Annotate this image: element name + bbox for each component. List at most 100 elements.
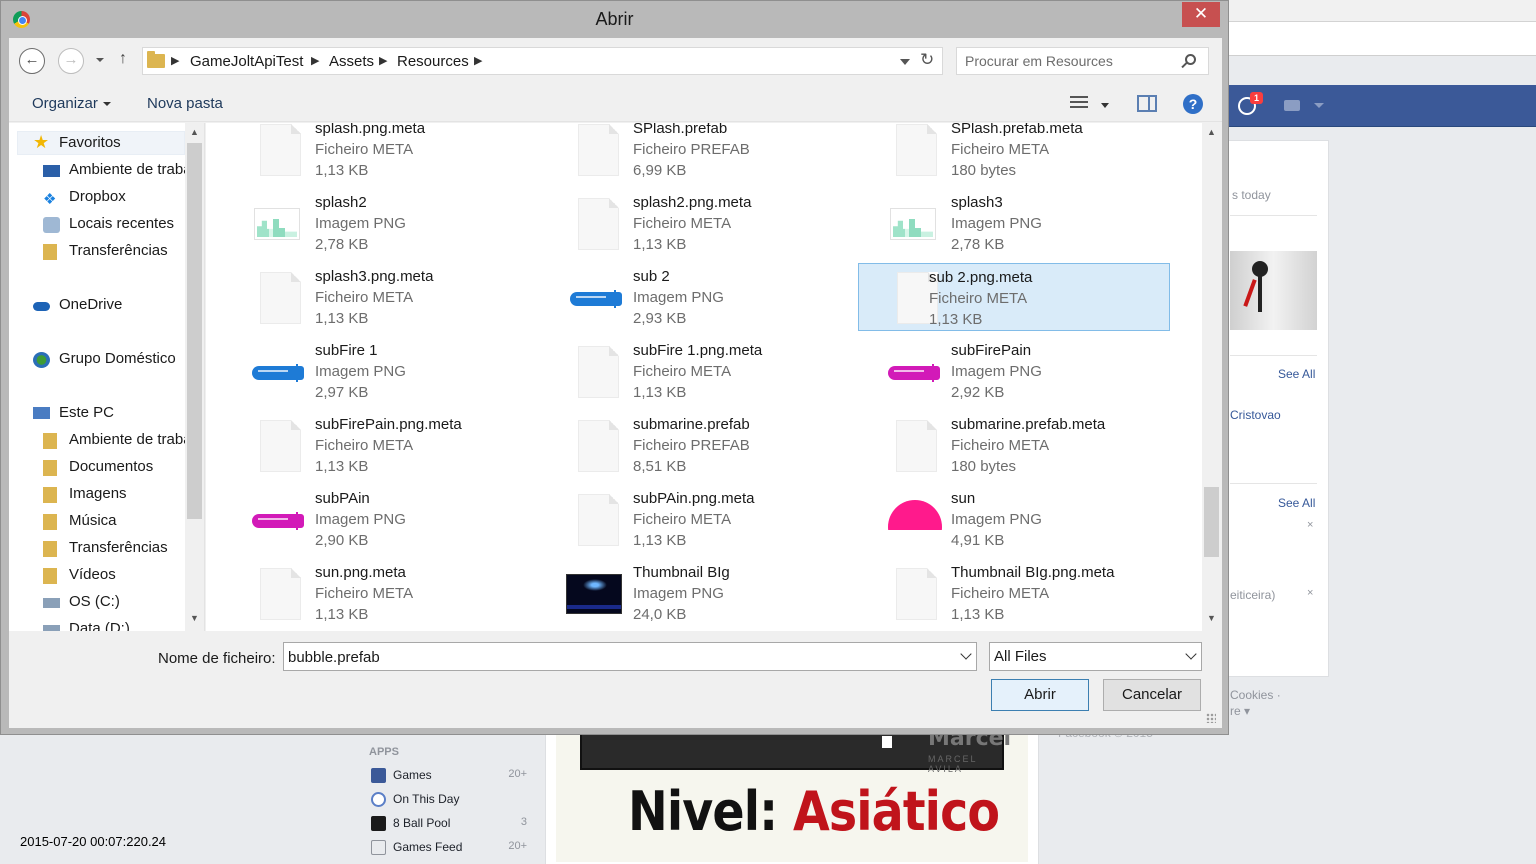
open-button[interactable]: Abrir xyxy=(991,679,1089,711)
nav-onedrive[interactable]: OneDrive xyxy=(33,295,183,317)
view-options-icon[interactable] xyxy=(1070,95,1088,111)
up-folder-button[interactable]: ↑ xyxy=(119,50,127,68)
refresh-icon[interactable]: ↻ xyxy=(920,50,934,70)
file-item[interactable]: sun.png.meta Ficheiro META 1,13 KB xyxy=(222,559,534,627)
search-icon[interactable] xyxy=(1185,54,1196,65)
preview-pane-icon[interactable] xyxy=(1137,95,1157,112)
file-type: Imagem PNG xyxy=(951,215,1042,232)
app-item-games[interactable]: Games 20+ xyxy=(371,767,527,785)
scroll-up-icon[interactable]: ▲ xyxy=(1207,127,1216,137)
file-item[interactable]: splash.png.meta Ficheiro META 1,13 KB xyxy=(222,123,534,183)
new-folder-button[interactable]: Nova pasta xyxy=(147,95,223,112)
title-bar[interactable]: Abrir ✕ xyxy=(1,1,1228,38)
file-size: 1,13 KB xyxy=(315,310,369,327)
nav-videos[interactable]: Vídeos xyxy=(43,565,185,587)
file-item[interactable]: Thumbnail BIg.png.meta Ficheiro META 1,13 … xyxy=(858,559,1170,627)
file-item[interactable]: subPAin.png.meta Ficheiro META 1,13 KB xyxy=(540,485,852,553)
nav-pictures[interactable]: Imagens xyxy=(43,484,185,506)
file-item[interactable]: Thumbnail BIg Imagem PNG 24,0 KB xyxy=(540,559,852,627)
suggested-game-thumbnail[interactable] xyxy=(1230,251,1317,330)
file-item[interactable]: splash3 Imagem PNG 2,78 KB xyxy=(858,189,1170,257)
file-item[interactable]: submarine.prefab.meta Ficheiro META 180 by… xyxy=(858,411,1170,479)
privacy-icon[interactable] xyxy=(1284,100,1300,111)
scroll-down-icon[interactable]: ▼ xyxy=(1207,613,1216,623)
breadcrumb-resources[interactable]: Resources xyxy=(397,53,469,70)
app-item-8-ball-pool[interactable]: 8 Ball Pool 3 xyxy=(371,815,527,833)
filename-field[interactable] xyxy=(283,642,977,671)
file-item[interactable]: subFirePain.png.meta Ficheiro META 1,13 KB xyxy=(222,411,534,479)
nav-drive-c[interactable]: OS (C:) xyxy=(43,592,185,614)
breadcrumb-gamejoltapitest[interactable]: GameJoltApiTest xyxy=(190,53,303,70)
close-button[interactable]: ✕ xyxy=(1182,2,1220,27)
more-link[interactable]: re ▾ xyxy=(1230,704,1250,718)
file-item[interactable]: subFire 1.png.meta Ficheiro META 1,13 KB xyxy=(540,337,852,405)
file-item[interactable]: splash3.png.meta Ficheiro META 1,13 KB xyxy=(222,263,534,331)
file-list-scrollbar[interactable]: ▲ ▼ xyxy=(1202,123,1222,631)
nav-recent-places[interactable]: Locais recentes xyxy=(43,214,185,236)
nav-scrollbar-thumb[interactable] xyxy=(187,143,202,519)
forward-button[interactable]: → xyxy=(58,48,84,74)
file-item[interactable]: splash2.png.meta Ficheiro META 1,13 KB xyxy=(540,189,852,257)
nav-homegroup[interactable]: Grupo Doméstico xyxy=(33,349,183,371)
file-item[interactable]: sub 2 Imagem PNG 2,93 KB xyxy=(540,263,852,331)
address-dropdown-icon[interactable] xyxy=(900,59,910,65)
cookies-link[interactable]: Cookies · xyxy=(1230,688,1281,702)
recent-locations-caret-icon[interactable] xyxy=(96,58,104,62)
breadcrumb-assets[interactable]: Assets xyxy=(329,53,374,70)
search-input[interactable] xyxy=(965,52,1175,70)
document-file-icon xyxy=(570,198,622,250)
nav-dropbox[interactable]: ❖ Dropbox xyxy=(43,187,185,209)
nav-pc-desktop[interactable]: Ambiente de trabalho xyxy=(43,430,185,452)
chevron-right-icon[interactable]: ▶ xyxy=(474,54,482,67)
account-menu-caret-icon[interactable] xyxy=(1314,103,1324,108)
file-item[interactable]: subFire 1 Imagem PNG 2,97 KB xyxy=(222,337,534,405)
address-bar[interactable]: ▶ GameJoltApiTest ▶ Assets ▶ Resources ▶ xyxy=(142,47,943,75)
chevron-right-icon[interactable]: ▶ xyxy=(379,54,387,67)
app-count: 20+ xyxy=(508,768,527,780)
see-all-link[interactable]: See All xyxy=(1278,367,1315,381)
file-list-scrollbar-thumb[interactable] xyxy=(1204,487,1219,557)
nav-favorites[interactable]: ★ Favoritos xyxy=(33,133,183,155)
file-item[interactable]: sun Imagem PNG 4,91 KB xyxy=(858,485,1170,553)
file-item[interactable]: subPAin Imagem PNG 2,90 KB xyxy=(222,485,534,553)
app-label: 8 Ball Pool xyxy=(393,816,451,830)
file-type: Imagem PNG xyxy=(633,289,724,306)
nav-drive-d[interactable]: Data (D:) xyxy=(43,619,185,631)
view-dropdown-icon[interactable] xyxy=(1101,103,1109,108)
file-item[interactable]: sub 2.png.meta Ficheiro META 1,13 KB xyxy=(858,263,1170,331)
filename-input[interactable] xyxy=(288,647,948,667)
file-item[interactable]: submarine.prefab Ficheiro PREFAB 8,51 KB xyxy=(540,411,852,479)
nav-documents[interactable]: Documentos xyxy=(43,457,185,479)
organize-button[interactable]: Organizar xyxy=(32,95,111,112)
chevron-right-icon[interactable]: ▶ xyxy=(171,54,179,67)
see-all-link-2[interactable]: See All xyxy=(1278,496,1315,510)
friend-name-link[interactable]: Cristovao xyxy=(1230,408,1281,422)
chevron-right-icon[interactable]: ▶ xyxy=(311,54,319,67)
back-button[interactable]: ← xyxy=(19,48,45,74)
file-item[interactable]: SPlash.prefab Ficheiro PREFAB 6,99 KB xyxy=(540,123,852,183)
file-item[interactable]: subFirePain Imagem PNG 2,92 KB xyxy=(858,337,1170,405)
dismiss-icon[interactable]: × xyxy=(1307,519,1313,531)
chevron-down-icon[interactable] xyxy=(960,648,972,660)
cancel-button[interactable]: Cancelar xyxy=(1103,679,1201,711)
app-item-games-feed[interactable]: Games Feed 20+ xyxy=(371,839,527,857)
nav-label: Documentos xyxy=(69,458,154,475)
resize-grip-icon[interactable] xyxy=(1206,713,1216,723)
search-box[interactable] xyxy=(956,47,1209,75)
nav-pc-downloads[interactable]: Transferências xyxy=(43,538,185,560)
file-item[interactable]: SPlash.prefab.meta Ficheiro META 180 bytes xyxy=(858,123,1170,183)
file-item[interactable]: splash2 Imagem PNG 2,78 KB xyxy=(222,189,534,257)
nav-scrollbar[interactable]: ▲ ▼ xyxy=(185,123,204,631)
nav-this-pc[interactable]: Este PC xyxy=(33,403,183,425)
scroll-up-icon[interactable]: ▲ xyxy=(190,127,199,137)
help-icon[interactable]: ? xyxy=(1183,94,1203,114)
nav-desktop[interactable]: Ambiente de trabalho xyxy=(43,160,185,182)
file-type-select[interactable]: All Files xyxy=(989,642,1202,671)
post-image[interactable]: Marcel MARCEL AVILA Nivel: Asiático xyxy=(556,728,1028,862)
app-label: Games xyxy=(393,768,432,782)
scroll-down-icon[interactable]: ▼ xyxy=(190,613,199,623)
dismiss-icon[interactable]: × xyxy=(1307,587,1313,599)
app-item-on-this-day[interactable]: On This Day xyxy=(371,791,527,809)
nav-music[interactable]: Música xyxy=(43,511,185,533)
nav-downloads[interactable]: Transferências xyxy=(43,241,185,263)
